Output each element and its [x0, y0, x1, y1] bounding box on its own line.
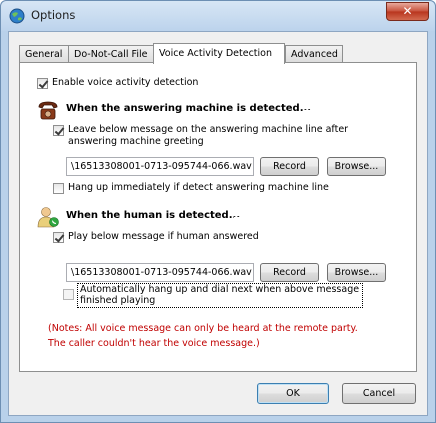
close-button[interactable]: ✕ [386, 2, 429, 21]
enable-vad-label: Enable voice activity detection [52, 77, 199, 88]
tab-advanced[interactable]: Advanced [285, 45, 343, 63]
human-message-file-field[interactable]: \16513308001-0713-095744-066.wav [66, 263, 254, 282]
auto-hangup-label-line1: Automatically hang up and dial next when… [80, 284, 360, 295]
human-section-divider [234, 217, 404, 218]
human-file-path: \16513308001-0713-095744-066.wav [71, 267, 252, 278]
close-icon: ✕ [402, 4, 413, 18]
leave-message-checkbox[interactable] [53, 125, 64, 136]
machine-browse-button[interactable]: Browse... [327, 157, 386, 176]
notes-line1: (Notes: All voice message can only be he… [48, 323, 358, 334]
tab-label: General [25, 49, 63, 60]
notes-line2: The caller couldn't hear the voice messa… [48, 338, 260, 349]
human-browse-button[interactable]: Browse... [327, 263, 386, 282]
machine-file-path: \16513308001-0713-095744-066.wav [71, 161, 252, 172]
tab-label: Voice Activity Detection [159, 48, 272, 59]
leave-message-label-line2: answering machine greeting [68, 136, 204, 147]
cancel-label: Cancel [362, 388, 396, 399]
dialog-client: General Do-Not-Call File Voice Activity … [8, 31, 428, 416]
tab-voice-activity-detection[interactable]: Voice Activity Detection [153, 43, 285, 64]
hangup-immediately-checkbox[interactable] [53, 183, 64, 194]
options-window: Options ✕ General Do-Not-Call File Voice… [0, 0, 436, 423]
machine-record-button[interactable]: Record [260, 157, 319, 176]
telephone-icon [38, 101, 58, 120]
tab-general[interactable]: General [19, 45, 69, 63]
app-globe-icon [9, 8, 25, 24]
tab-label: Advanced [291, 49, 338, 60]
browse-label: Browse... [334, 161, 379, 172]
record-label: Record [273, 267, 306, 278]
hangup-immediately-label: Hang up immediately if detect answering … [68, 182, 329, 193]
human-record-button[interactable]: Record [260, 263, 319, 282]
enable-vad-checkbox[interactable] [37, 78, 48, 89]
machine-section-divider [304, 110, 404, 111]
title-bar[interactable]: Options ✕ [1, 1, 435, 31]
person-phone-icon [37, 207, 59, 228]
auto-hangup-checkbox[interactable] [63, 289, 74, 300]
browse-label: Browse... [334, 267, 379, 278]
machine-section-header: When the answering machine is detected..… [66, 103, 312, 114]
human-section-header: When the human is detected... [66, 210, 241, 221]
tab-do-not-call-file[interactable]: Do-Not-Call File [68, 45, 155, 63]
record-label: Record [273, 161, 306, 172]
ok-button[interactable]: OK [257, 383, 329, 404]
leave-message-label-line1: Leave below message on the answering mac… [68, 124, 349, 135]
machine-message-file-field[interactable]: \16513308001-0713-095744-066.wav [66, 157, 254, 176]
auto-hangup-label-line2: finished playing [80, 295, 156, 306]
play-message-label: Play below message if human answered [68, 231, 259, 242]
play-message-checkbox[interactable] [53, 232, 64, 243]
cancel-button[interactable]: Cancel [342, 383, 416, 404]
window-title: Options [31, 8, 76, 22]
ok-label: OK [286, 388, 300, 399]
tab-label: Do-Not-Call File [74, 49, 148, 60]
vad-tab-panel: Enable voice activity detection When the… [19, 62, 417, 372]
